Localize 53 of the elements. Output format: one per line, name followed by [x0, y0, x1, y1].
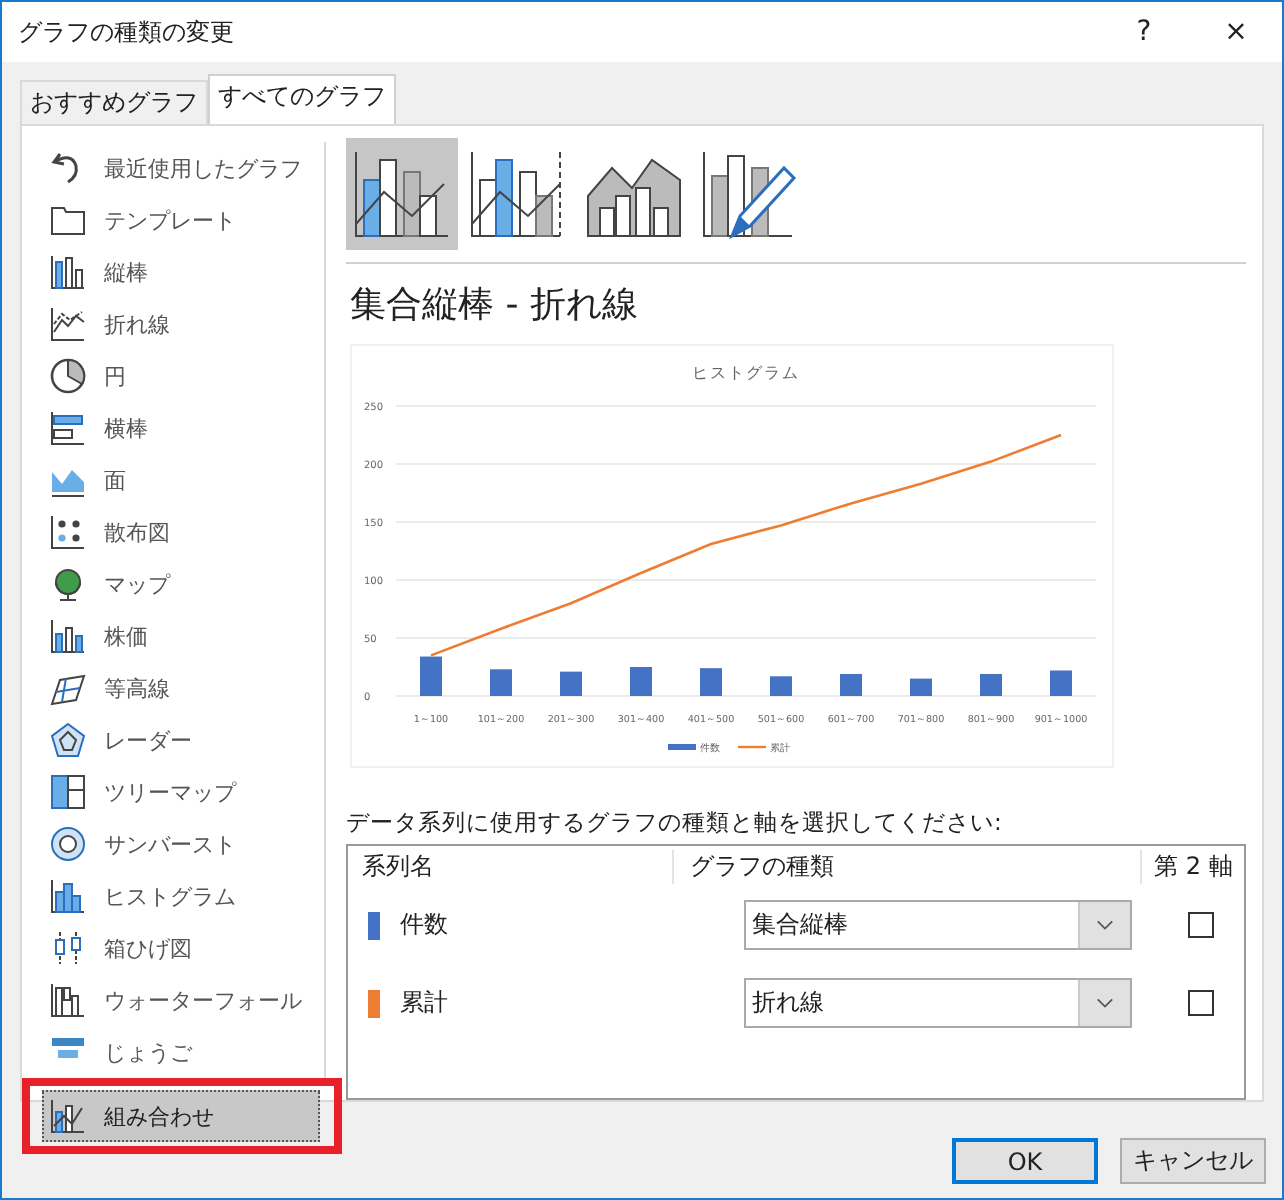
treemap-icon	[48, 772, 88, 812]
chart-type-item[interactable]: 株価	[42, 610, 324, 662]
column-header: 第 2 軸	[1152, 849, 1233, 883]
chart-type-item[interactable]: 縦棒	[42, 246, 324, 298]
chart-type-item[interactable]: マップ	[42, 558, 324, 610]
chart-type-item[interactable]: ヒストグラム	[42, 870, 324, 922]
chart-type-item[interactable]: 面	[42, 454, 324, 506]
histogram-icon	[48, 876, 88, 916]
help-button[interactable]: ?	[1098, 16, 1190, 48]
chevron-down-icon	[1078, 902, 1130, 948]
bar-chart-icon	[48, 408, 88, 448]
scatter-chart-icon	[48, 512, 88, 552]
tab[interactable]: すべてのグラフ	[208, 74, 396, 124]
combo-chart-icon	[48, 1096, 88, 1136]
chevron-down-icon	[1078, 980, 1130, 1026]
pie-chart-icon	[48, 356, 88, 396]
series-name: 累計	[400, 986, 448, 1020]
chart-type-item[interactable]: 箱ひげ図	[42, 922, 324, 974]
chart-type-item[interactable]: 組み合わせ	[42, 1090, 320, 1142]
line-chart-icon	[48, 304, 88, 344]
chart-type-item[interactable]: 横棒	[42, 402, 324, 454]
column-chart-icon	[48, 252, 88, 292]
chart-type-item[interactable]: ウォーターフォール	[42, 974, 324, 1026]
chart-type-item[interactable]: 折れ線	[42, 298, 324, 350]
cancel-button[interactable]: キャンセル	[1120, 1138, 1266, 1184]
chart-type-item[interactable]: 等高線	[42, 662, 324, 714]
chart-type-item[interactable]: ツリーマップ	[42, 766, 324, 818]
column-header: 系列名	[348, 849, 674, 883]
chart-type-item[interactable]: 最近使用したグラフ	[42, 142, 324, 194]
chart-type-item[interactable]: レーダー	[42, 714, 324, 766]
series-name: 件数	[400, 908, 448, 942]
checkbox[interactable]	[1187, 912, 1213, 938]
chart-type-item[interactable]: サンバースト	[42, 818, 324, 870]
series-prompt: データ系列に使用するグラフの種類と軸を選択してください:	[346, 808, 1004, 838]
legend-swatch	[668, 744, 696, 750]
ok-button[interactable]: OK	[952, 1138, 1098, 1184]
radar-chart-icon	[48, 720, 88, 760]
chart-title: ヒストグラム	[692, 364, 800, 382]
chart-type-dropdown[interactable]: 集合縦棒	[744, 900, 1132, 950]
chart-type-item[interactable]: じょうご	[42, 1026, 324, 1078]
chart-type-dropdown[interactable]: 折れ線	[744, 978, 1132, 1028]
chart-type-item[interactable]: 円	[42, 350, 324, 402]
sunburst-icon	[48, 824, 88, 864]
stock-chart-icon	[48, 616, 88, 656]
tab[interactable]: おすすめグラフ	[20, 80, 208, 124]
chart-type-item[interactable]: 散布図	[42, 506, 324, 558]
window-title: グラフの種類の変更	[18, 15, 236, 49]
checkbox[interactable]	[1187, 990, 1213, 1016]
close-button[interactable]: ×	[1190, 16, 1282, 48]
chart-type-heading: 集合縦棒 - 折れ線	[350, 282, 640, 328]
chart-type-item[interactable]: テンプレート	[42, 194, 324, 246]
column-header: グラフの種類	[674, 849, 1142, 883]
waterfall-icon	[48, 980, 88, 1020]
